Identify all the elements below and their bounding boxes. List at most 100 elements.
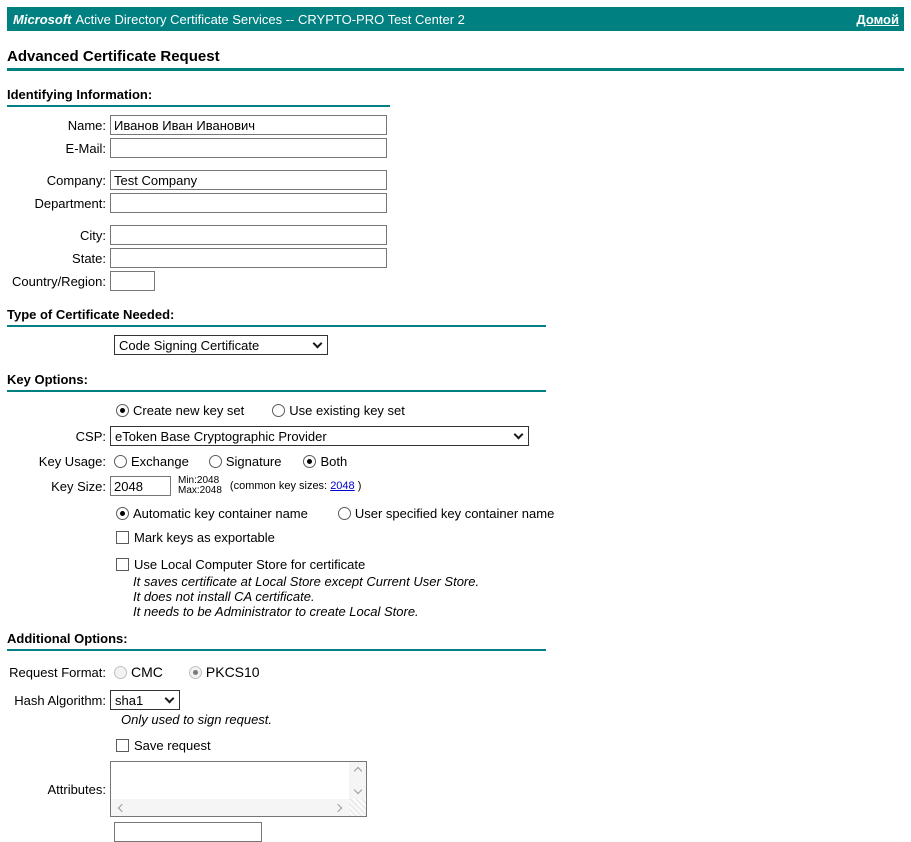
cert-type-selected: Code Signing Certificate	[119, 337, 260, 353]
auto-container-option[interactable]: Automatic key container name	[116, 506, 308, 521]
chevron-down-icon	[164, 693, 175, 704]
exportable-checkbox[interactable]	[116, 531, 129, 544]
state-row: State:	[7, 248, 904, 268]
local-store-checkbox[interactable]	[116, 558, 129, 571]
cmc-option[interactable]: CMC	[114, 664, 163, 680]
key-size-input[interactable]	[110, 476, 171, 496]
key-size-minmax: Min:2048 Max:2048	[178, 476, 222, 496]
key-usage-label: Key Usage:	[38, 454, 106, 469]
email-row: E-Mail:	[7, 138, 904, 158]
common-key-sizes-suffix: )	[357, 480, 362, 492]
local-store-option[interactable]: Use Local Computer Store for certificate	[116, 557, 365, 572]
home-link[interactable]: Домой	[856, 12, 899, 27]
key-usage-exchange-option[interactable]: Exchange	[114, 454, 189, 469]
create-key-set-label: Create new key set	[133, 403, 245, 418]
additional-options-heading: Additional Options:	[7, 631, 546, 651]
state-label: State:	[72, 250, 106, 266]
key-options-heading: Key Options:	[7, 372, 546, 392]
department-input[interactable]	[110, 193, 387, 213]
csp-select[interactable]: eToken Base Cryptographic Provider	[110, 426, 529, 446]
exportable-option[interactable]: Mark keys as exportable	[116, 530, 275, 545]
department-label: Department:	[34, 195, 106, 211]
local-store-label: Use Local Computer Store for certificate	[134, 557, 366, 572]
pkcs10-label: PKCS10	[205, 664, 260, 680]
company-label: Company:	[46, 172, 106, 188]
local-store-note-1: It saves certificate at Local Store exce…	[133, 574, 480, 589]
hash-row: Hash Algorithm: sha1	[7, 690, 904, 710]
scroll-right-icon[interactable]	[333, 803, 343, 812]
scroll-down-icon[interactable]	[353, 785, 362, 795]
email-label: E-Mail:	[65, 140, 106, 156]
pkcs10-option[interactable]: PKCS10	[188, 664, 260, 680]
save-request-checkbox[interactable]	[116, 739, 129, 752]
save-request-label: Save request	[134, 738, 211, 753]
name-input[interactable]	[110, 115, 387, 135]
topbar: Microsoft Active Directory Certificate Se…	[7, 7, 904, 31]
email-input[interactable]	[110, 138, 387, 158]
bottom-partial-input[interactable]	[114, 822, 262, 842]
user-container-radio[interactable]	[337, 507, 351, 520]
city-label: City:	[80, 227, 106, 243]
exchange-radio[interactable]	[114, 455, 127, 468]
container-name-row: Automatic key container name User specif…	[7, 506, 904, 521]
user-container-option[interactable]: User specified key container name	[337, 506, 554, 521]
csp-label: CSP:	[75, 428, 106, 444]
local-store-note-3: It needs to be Administrator to create L…	[133, 604, 419, 619]
cert-type-select[interactable]: Code Signing Certificate	[114, 335, 328, 355]
country-row: Country/Region:	[7, 271, 904, 291]
attributes-textarea[interactable]	[110, 761, 367, 817]
create-key-set-option[interactable]: Create new key set	[116, 403, 244, 418]
exportable-label: Mark keys as exportable	[134, 530, 275, 545]
auto-container-label: Automatic key container name	[133, 506, 308, 521]
key-set-row: Create new key set Use existing key set	[7, 403, 904, 418]
company-input[interactable]	[110, 170, 387, 190]
city-row: City:	[7, 225, 904, 245]
name-row: Name:	[7, 115, 904, 135]
page-title: Advanced Certificate Request	[7, 48, 220, 65]
auto-container-radio[interactable]	[116, 507, 129, 520]
page: Microsoft Active Directory Certificate Se…	[0, 0, 911, 842]
cmc-label: CMC	[131, 664, 163, 680]
chevron-down-icon	[312, 338, 323, 349]
country-input[interactable]	[110, 271, 155, 291]
create-key-set-radio[interactable]	[116, 404, 129, 417]
hash-select[interactable]: sha1	[110, 690, 180, 710]
city-input[interactable]	[110, 225, 387, 245]
brand-text: Microsoft	[13, 11, 72, 27]
horizontal-scrollbar[interactable]	[111, 799, 349, 816]
title-rule	[7, 68, 904, 71]
exportable-row: Mark keys as exportable	[7, 530, 904, 545]
key-size-row: Key Size: Min:2048 Max:2048 (common key …	[7, 476, 904, 496]
pkcs10-radio[interactable]	[188, 665, 202, 679]
save-request-option[interactable]: Save request	[116, 738, 211, 753]
app-title: Active Directory Certificate Services --…	[75, 11, 465, 27]
save-request-row: Save request	[7, 738, 904, 753]
key-size-label: Key Size:	[51, 478, 106, 494]
csp-row: CSP: eToken Base Cryptographic Provider	[7, 426, 904, 446]
local-store-row: Use Local Computer Store for certificate	[7, 557, 904, 572]
request-format-row: Request Format: CMC PKCS10	[7, 664, 904, 680]
common-key-sizes: (common key sizes: 2048 )	[230, 480, 361, 492]
company-row: Company:	[7, 170, 904, 190]
common-key-size-link[interactable]: 2048	[330, 480, 354, 492]
vertical-scrollbar[interactable]	[349, 762, 366, 799]
department-row: Department:	[7, 193, 904, 213]
both-radio[interactable]	[303, 455, 317, 468]
cmc-radio[interactable]	[114, 665, 127, 679]
key-usage-row: Key Usage: Exchange Signature Both	[7, 454, 904, 469]
signature-label: Signature	[225, 454, 282, 469]
request-format-label: Request Format:	[9, 664, 106, 680]
state-input[interactable]	[110, 248, 387, 268]
attributes-label: Attributes:	[47, 781, 106, 797]
cert-type-heading: Type of Certificate Needed:	[7, 307, 546, 327]
signature-radio[interactable]	[208, 455, 222, 468]
scroll-up-icon[interactable]	[353, 766, 362, 776]
key-usage-signature-option[interactable]: Signature	[208, 454, 282, 469]
key-usage-both-option[interactable]: Both	[303, 454, 347, 469]
scroll-left-icon[interactable]	[117, 803, 127, 812]
existing-key-set-label: Use existing key set	[289, 403, 405, 418]
exchange-label: Exchange	[131, 454, 189, 469]
existing-key-set-option[interactable]: Use existing key set	[272, 403, 405, 418]
topbar-title: Microsoft Active Directory Certificate Se…	[13, 12, 465, 27]
existing-key-set-radio[interactable]	[272, 404, 286, 417]
